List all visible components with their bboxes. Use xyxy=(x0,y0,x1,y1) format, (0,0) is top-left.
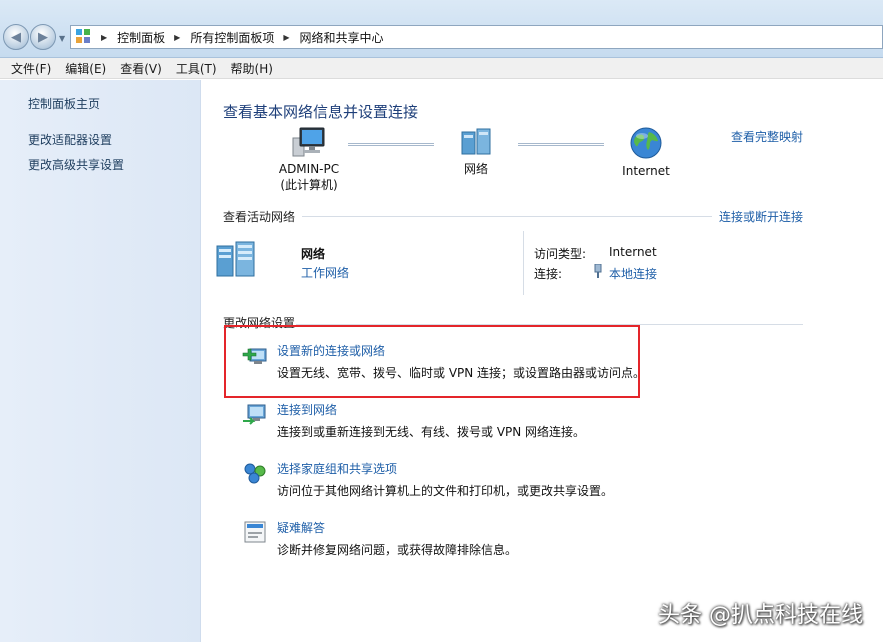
menu-tools[interactable]: 工具(T) xyxy=(169,60,224,77)
control-panel-icon xyxy=(76,29,92,45)
computer-node[interactable]: ADMIN-PC (此计算机) xyxy=(276,126,342,193)
network-icon xyxy=(461,128,491,155)
troubleshoot-icon xyxy=(244,521,266,543)
task-description: 访问位于其他网络计算机上的文件和打印机，或更改共享设置。 xyxy=(277,484,614,498)
breadcrumb-separator-icon[interactable]: ▶ xyxy=(101,33,107,42)
breadcrumb-control-panel[interactable]: 控制面板 xyxy=(117,29,165,46)
back-arrow-icon: ◀ xyxy=(11,29,21,45)
breadcrumb-separator-icon[interactable]: ▶ xyxy=(283,33,289,42)
back-button[interactable]: ◀ xyxy=(3,24,29,50)
network-node[interactable]: 网络 xyxy=(454,126,498,177)
sidebar-item-advanced-sharing[interactable]: 更改高级共享设置 xyxy=(28,156,124,173)
network-type-link[interactable]: 工作网络 xyxy=(301,264,349,281)
breadcrumb-separator-icon[interactable]: ▶ xyxy=(174,33,180,42)
work-network-icon xyxy=(216,241,255,277)
breadcrumb-network-center[interactable]: 网络和共享中心 xyxy=(300,29,384,46)
recent-pages-dropdown-icon[interactable]: ▼ xyxy=(59,34,65,43)
menu-help[interactable]: 帮助(H) xyxy=(224,60,280,77)
task-troubleshoot[interactable]: 疑难解答 诊断并修复网络问题，或获得故障排除信息。 xyxy=(242,519,662,559)
address-bar: ◀ ▶ ▼ ▶ 控制面板 ▶ 所有控制面板项 ▶ 网络和共享中心 xyxy=(0,0,883,58)
ethernet-icon xyxy=(594,264,602,278)
task-description: 连接到或重新连接到无线、有线、拨号或 VPN 网络连接。 xyxy=(277,425,586,439)
task-title[interactable]: 疑难解答 xyxy=(277,519,325,536)
task-connect-network[interactable]: 连接到网络 连接到或重新连接到无线、有线、拨号或 VPN 网络连接。 xyxy=(242,401,662,441)
map-connector xyxy=(518,143,604,146)
access-type-label: 访问类型: xyxy=(534,247,587,261)
menu-file[interactable]: 文件(F) xyxy=(4,60,58,77)
task-title[interactable]: 选择家庭组和共享选项 xyxy=(277,460,397,477)
forward-arrow-icon: ▶ xyxy=(38,29,48,45)
breadcrumb[interactable]: ▶ 控制面板 ▶ 所有控制面板项 ▶ 网络和共享中心 xyxy=(70,25,883,49)
sidebar-item-control-panel-home[interactable]: 控制面板主页 xyxy=(28,95,100,112)
breadcrumb-all-items[interactable]: 所有控制面板项 xyxy=(190,29,274,46)
task-title[interactable]: 连接到网络 xyxy=(277,401,337,418)
sidebar-item-adapter-settings[interactable]: 更改适配器设置 xyxy=(28,131,112,148)
section-divider xyxy=(302,216,712,217)
menu-view[interactable]: 查看(V) xyxy=(113,60,169,77)
computer-name: ADMIN-PC xyxy=(278,162,340,176)
task-description: 诊断并修复网络问题，或获得故障排除信息。 xyxy=(277,543,518,557)
watermark: 头条 @扒点科技在线 xyxy=(658,603,863,628)
network-label: 网络 xyxy=(463,162,488,176)
menu-bar: 文件(F) 编辑(E) 查看(V) 工具(T) 帮助(H) xyxy=(0,58,883,79)
sidebar: 控制面板主页 更改适配器设置 更改高级共享设置 xyxy=(0,80,201,642)
menu-edit[interactable]: 编辑(E) xyxy=(58,60,113,77)
internet-node[interactable]: Internet xyxy=(618,126,674,179)
map-connector xyxy=(348,143,434,146)
connect-network-icon xyxy=(243,404,266,425)
task-homegroup-sharing[interactable]: 选择家庭组和共享选项 访问位于其他网络计算机上的文件和打印机，或更改共享设置。 xyxy=(242,460,662,500)
connect-disconnect-link[interactable]: 连接或断开连接 xyxy=(719,208,803,225)
full-map-link[interactable]: 查看完整映射 xyxy=(731,128,803,145)
globe-icon xyxy=(630,127,662,159)
main-content: 查看基本网络信息并设置连接 查看完整映射 ADMIN-PC (此计算机) 网络 xyxy=(202,80,883,642)
forward-button[interactable]: ▶ xyxy=(30,24,56,50)
highlight-box xyxy=(224,325,640,398)
vertical-divider xyxy=(523,231,524,295)
network-name: 网络 xyxy=(301,247,326,261)
page-title: 查看基本网络信息并设置连接 xyxy=(223,103,419,121)
internet-label: Internet xyxy=(622,164,670,178)
computer-subtitle: (此计算机) xyxy=(280,178,338,192)
active-networks-heading: 查看活动网络 xyxy=(223,210,296,224)
computer-icon xyxy=(292,127,325,157)
access-type-value: Internet xyxy=(609,245,657,259)
connection-label: 连接: xyxy=(534,267,563,281)
homegroup-icon xyxy=(244,463,266,484)
local-connection-link[interactable]: 本地连接 xyxy=(609,265,657,282)
